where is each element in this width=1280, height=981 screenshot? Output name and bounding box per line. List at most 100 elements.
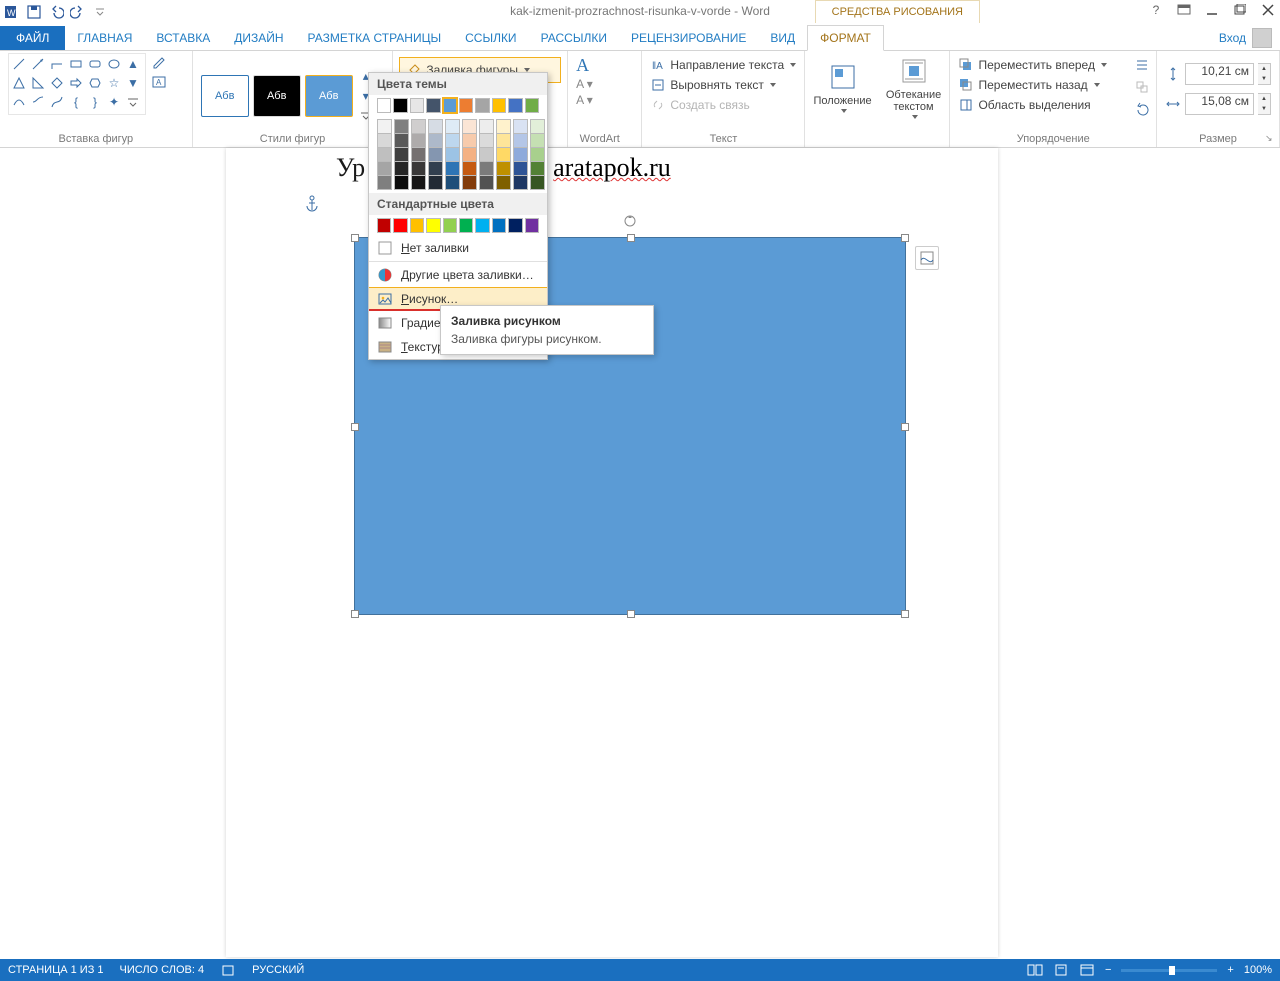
color-swatch[interactable] — [530, 148, 545, 162]
rotate-menu-icon[interactable] — [1134, 101, 1150, 117]
shape-rect-icon[interactable] — [67, 55, 85, 73]
color-swatch[interactable] — [394, 176, 409, 190]
shape-curve-icon[interactable] — [10, 93, 28, 111]
layout-options-icon[interactable] — [915, 246, 939, 270]
tab-references[interactable]: ССЫЛКИ — [453, 26, 528, 50]
resize-handle[interactable] — [351, 423, 359, 431]
color-swatch[interactable] — [479, 162, 494, 176]
color-swatch[interactable] — [496, 162, 511, 176]
more-colors-item[interactable]: Другие цвета заливки… — [369, 263, 547, 287]
color-swatch[interactable] — [428, 148, 443, 162]
send-backward-button[interactable]: Переместить назад — [958, 77, 1148, 93]
minimize-icon[interactable] — [1204, 2, 1220, 18]
color-swatch[interactable] — [530, 162, 545, 176]
color-swatch[interactable] — [394, 162, 409, 176]
height-field[interactable]: 10,21 см ▲▼ — [1165, 63, 1271, 85]
color-swatch[interactable] — [475, 98, 489, 113]
tab-layout[interactable]: РАЗМЕТКА СТРАНИЦЫ — [296, 26, 454, 50]
shape-triangle-icon[interactable] — [10, 74, 28, 92]
color-swatch[interactable] — [410, 98, 424, 113]
color-swatch[interactable] — [462, 148, 477, 162]
color-swatch[interactable] — [428, 176, 443, 190]
tab-file[interactable]: ФАЙЛ — [0, 26, 65, 50]
color-swatch[interactable] — [411, 162, 426, 176]
color-swatch[interactable] — [479, 148, 494, 162]
resize-handle[interactable] — [351, 610, 359, 618]
edit-shape-icon[interactable] — [150, 53, 168, 71]
color-swatch[interactable] — [496, 148, 511, 162]
shape-brace-icon[interactable]: { — [67, 93, 85, 111]
color-swatch[interactable] — [426, 98, 440, 113]
zoom-in-button[interactable]: + — [1227, 964, 1233, 976]
ribbon-display-icon[interactable] — [1176, 2, 1192, 18]
color-swatch[interactable] — [377, 176, 392, 190]
tab-view[interactable]: ВИД — [758, 26, 807, 50]
text-direction-button[interactable]: ‖AНаправление текста — [650, 57, 796, 73]
color-swatch[interactable] — [393, 218, 407, 233]
color-swatch[interactable] — [393, 98, 407, 113]
zoom-out-button[interactable]: − — [1105, 964, 1111, 976]
color-swatch[interactable] — [513, 148, 528, 162]
qat-customize-icon[interactable] — [92, 4, 108, 20]
style-preset-1[interactable]: Абв — [201, 75, 249, 117]
color-swatch[interactable] — [462, 119, 477, 134]
resize-handle[interactable] — [901, 234, 909, 242]
save-icon[interactable] — [26, 4, 42, 20]
width-field[interactable]: 15,08 см ▲▼ — [1165, 93, 1271, 115]
color-swatch[interactable] — [525, 98, 539, 113]
color-swatch[interactable] — [508, 98, 522, 113]
resize-handle[interactable] — [627, 234, 635, 242]
shape-roundrect-icon[interactable] — [86, 55, 104, 73]
position-button[interactable]: Положение — [813, 55, 871, 119]
sign-in[interactable]: Вход — [1219, 28, 1272, 48]
color-swatch[interactable] — [496, 176, 511, 190]
size-dialog-launcher-icon[interactable]: ↘ — [1265, 133, 1277, 145]
selection-pane-button[interactable]: Область выделения — [958, 97, 1148, 113]
color-swatch[interactable] — [394, 148, 409, 162]
shape-diamond-icon[interactable] — [48, 74, 66, 92]
print-layout-icon[interactable] — [1053, 962, 1069, 978]
maximize-icon[interactable] — [1232, 2, 1248, 18]
proofing-icon[interactable] — [220, 962, 236, 978]
resize-handle[interactable] — [901, 610, 909, 618]
document-canvas[interactable]: Урaratapok.ru — [0, 148, 1280, 957]
color-swatch[interactable] — [377, 98, 391, 113]
color-swatch[interactable] — [479, 176, 494, 190]
tab-format[interactable]: ФОРМАТ — [807, 25, 884, 51]
color-swatch[interactable] — [443, 98, 457, 113]
align-menu-icon[interactable] — [1134, 57, 1150, 73]
tab-insert[interactable]: ВСТАВКА — [144, 26, 222, 50]
status-words[interactable]: ЧИСЛО СЛОВ: 4 — [120, 964, 205, 976]
color-swatch[interactable] — [377, 162, 392, 176]
zoom-slider[interactable] — [1121, 969, 1217, 972]
color-swatch[interactable] — [377, 218, 391, 233]
shape-star-icon[interactable]: ☆ — [105, 74, 123, 92]
shape-connector-icon[interactable] — [29, 93, 47, 111]
color-swatch[interactable] — [530, 119, 545, 134]
resize-handle[interactable] — [351, 234, 359, 242]
rotate-handle-icon[interactable] — [623, 214, 637, 228]
color-swatch[interactable] — [508, 218, 522, 233]
shape-star2-icon[interactable]: ✦ — [105, 93, 123, 111]
shape-scroll-dn-icon[interactable]: ▼ — [124, 74, 142, 92]
height-input[interactable]: 10,21 см — [1185, 63, 1254, 85]
color-swatch[interactable] — [530, 134, 545, 148]
align-text-button[interactable]: Выровнять текст — [650, 77, 796, 93]
color-swatch[interactable] — [475, 218, 489, 233]
tab-mailings[interactable]: РАССЫЛКИ — [529, 26, 619, 50]
help-icon[interactable]: ? — [1148, 2, 1164, 18]
shape-hexagon-icon[interactable] — [86, 74, 104, 92]
color-swatch[interactable] — [525, 218, 539, 233]
shape-more-icon[interactable] — [124, 93, 142, 111]
shape-rtriangle-icon[interactable] — [29, 74, 47, 92]
web-layout-icon[interactable] — [1079, 962, 1095, 978]
color-swatch[interactable] — [445, 176, 460, 190]
color-swatch[interactable] — [410, 218, 424, 233]
color-swatch[interactable] — [428, 119, 443, 134]
color-swatch[interactable] — [426, 218, 440, 233]
color-swatch[interactable] — [459, 218, 473, 233]
shape-ellipse-icon[interactable] — [105, 55, 123, 73]
style-preset-2[interactable]: Абв — [253, 75, 301, 117]
color-swatch[interactable] — [377, 119, 392, 134]
no-fill-item[interactable]: ННет заливкиет заливки — [369, 236, 547, 260]
